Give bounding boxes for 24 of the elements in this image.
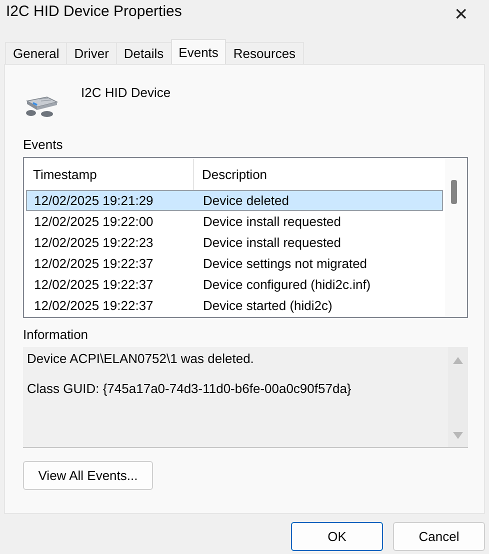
tab[interactable]: Resources: [225, 42, 304, 64]
dialog-button[interactable]: OK: [291, 522, 383, 551]
tab[interactable]: Events: [170, 39, 226, 64]
scroll-up-icon[interactable]: [453, 357, 463, 364]
event-row[interactable]: 12/02/2025 19:22:37 Device started (hidi2c): [26, 295, 443, 316]
scroll-thumb[interactable]: [451, 180, 457, 204]
view-all-events-button[interactable]: View All Events...: [23, 461, 153, 490]
window-title: I2C HID Device Properties: [6, 3, 182, 20]
information-text: Device ACPI\ELAN0752\1 was deleted.: [27, 351, 255, 366]
scrollbar[interactable]: [445, 158, 467, 317]
dialog-button[interactable]: Cancel: [393, 522, 485, 551]
event-row[interactable]: 12/02/2025 19:22:00 Device install requested: [26, 211, 443, 232]
event-row[interactable]: 12/02/2025 19:22:23 Device install requested: [26, 232, 443, 253]
event-row[interactable]: 12/02/2025 19:21:29 Device deleted: [26, 190, 443, 211]
tab[interactable]: General: [5, 42, 68, 64]
column-header[interactable]: Description: [194, 159, 268, 190]
event-row[interactable]: 12/02/2025 19:22:37 Device settings not migrated: [26, 253, 443, 274]
device-name: I2C HID Device: [81, 85, 171, 100]
close-button[interactable]: ✕: [441, 2, 481, 26]
information-label: Information: [23, 327, 88, 342]
scroll-down-icon[interactable]: [453, 432, 463, 439]
event-row[interactable]: 12/02/2025 19:22:37 Device configured (hidi2c.inf): [26, 274, 443, 295]
information-text: Class GUID: {745a17a0-74d3-11d0-b6fe-00a0c90f57da}: [27, 381, 352, 396]
events-label: Events: [23, 137, 63, 152]
